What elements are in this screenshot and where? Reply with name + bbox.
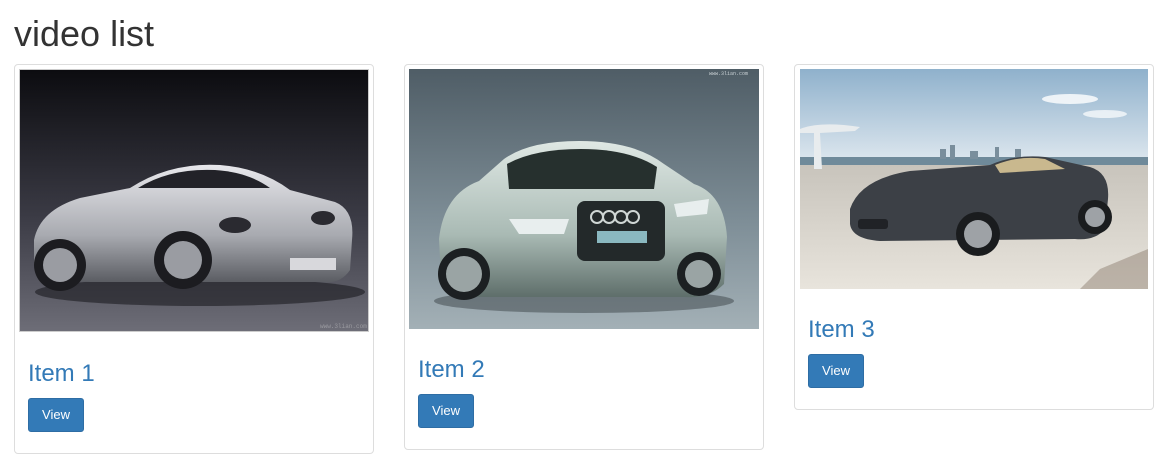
thumbnail-card-3: Item 3 View [794,64,1154,410]
car-image-3[interactable] [800,69,1148,289]
item-title-3[interactable]: Item 3 [808,315,875,345]
caption-2: Item 2 View [418,355,485,428]
svg-text:www.3lian.com: www.3lian.com [709,71,748,77]
view-button-1[interactable]: View [28,398,84,432]
thumbnail-card-1: www.3lian.com Item 1 View [14,64,374,454]
page: video list www.3lian.com Item 1 View www… [0,0,1163,455]
svg-text:www.3lian.com: www.3lian.com [320,323,367,330]
thumbnail-card-2: www.3lian.com Item 2 View [404,64,764,450]
page-title: video list [14,13,155,54]
car-image-2[interactable]: www.3lian.com [409,69,759,329]
caption-1: Item 1 View [28,359,95,432]
view-button-3[interactable]: View [808,354,864,388]
view-button-2[interactable]: View [418,394,474,428]
caption-3: Item 3 View [808,315,875,388]
item-title-2[interactable]: Item 2 [418,355,485,385]
item-title-1[interactable]: Item 1 [28,359,95,389]
car-image-1[interactable]: www.3lian.com [19,69,369,332]
